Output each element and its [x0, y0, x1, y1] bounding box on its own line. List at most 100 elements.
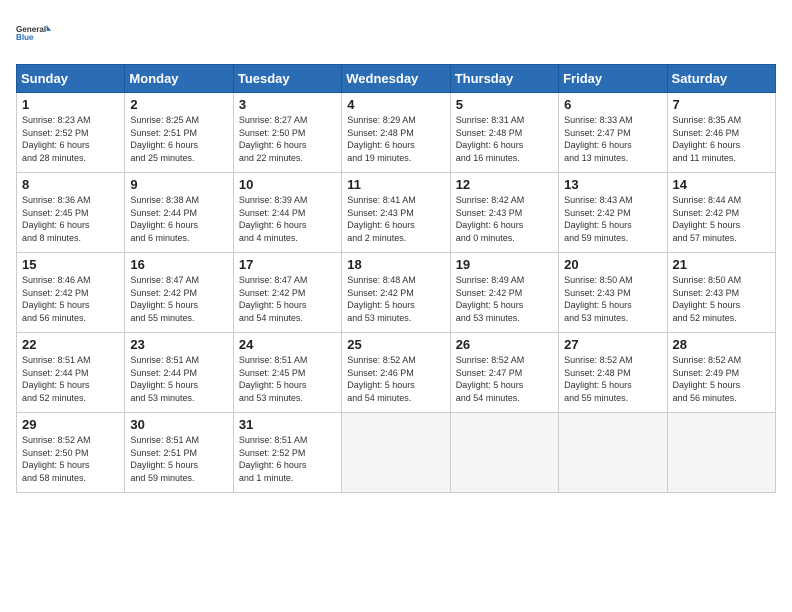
day-number: 3 [239, 97, 336, 112]
col-header-sunday: Sunday [17, 65, 125, 93]
day-number: 2 [130, 97, 227, 112]
day-cell: 2 Sunrise: 8:25 AM Sunset: 2:51 PM Daylig… [125, 93, 233, 173]
col-header-monday: Monday [125, 65, 233, 93]
col-header-friday: Friday [559, 65, 667, 93]
day-number: 31 [239, 417, 336, 432]
day-info: Sunrise: 8:51 AM Sunset: 2:44 PM Dayligh… [22, 354, 119, 404]
day-info: Sunrise: 8:47 AM Sunset: 2:42 PM Dayligh… [130, 274, 227, 324]
day-cell: 17Sunrise: 8:47 AM Sunset: 2:42 PM Dayli… [233, 253, 341, 333]
svg-text:General: General [16, 25, 46, 34]
day-cell: 28 Sunrise: 8:52 AM Sunset: 2:49 PM Dayli… [667, 333, 775, 413]
day-info: Sunrise: 8:43 AM Sunset: 2:42 PM Dayligh… [564, 194, 661, 244]
day-cell: 13 Sunrise: 8:43 AM Sunset: 2:42 PM Dayli… [559, 173, 667, 253]
day-number: 15 [22, 257, 119, 272]
week-row-3: 15 Sunrise: 8:46 AM Sunset: 2:42 PM Dayli… [17, 253, 776, 333]
day-number: 18 [347, 257, 444, 272]
day-cell: 18 Sunrise: 8:48 AM Sunset: 2:42 PM Dayli… [342, 253, 450, 333]
day-info: Sunrise: 8:52 AM Sunset: 2:46 PM Dayligh… [347, 354, 444, 404]
day-info: Sunrise: 8:27 AM Sunset: 2:50 PM Dayligh… [239, 114, 336, 164]
day-info: Sunrise: 8:49 AM Sunset: 2:42 PM Dayligh… [456, 274, 553, 324]
day-number: 7 [673, 97, 770, 112]
day-number: 10 [239, 177, 336, 192]
calendar-table: SundayMondayTuesdayWednesdayThursdayFrid… [16, 64, 776, 493]
day-info: Sunrise: 8:31 AM Sunset: 2:48 PM Dayligh… [456, 114, 553, 164]
day-number: 9 [130, 177, 227, 192]
day-info: Sunrise: 8:23 AM Sunset: 2:52 PM Dayligh… [22, 114, 119, 164]
day-info: Sunrise: 8:29 AM Sunset: 2:48 PM Dayligh… [347, 114, 444, 164]
col-header-saturday: Saturday [667, 65, 775, 93]
day-cell: 19 Sunrise: 8:49 AM Sunset: 2:42 PM Dayli… [450, 253, 558, 333]
day-number: 1 [22, 97, 119, 112]
day-info: Sunrise: 8:44 AM Sunset: 2:42 PM Dayligh… [673, 194, 770, 244]
day-cell [450, 413, 558, 493]
day-number: 22 [22, 337, 119, 352]
day-number: 20 [564, 257, 661, 272]
day-info: Sunrise: 8:51 AM Sunset: 2:52 PM Dayligh… [239, 434, 336, 484]
col-header-tuesday: Tuesday [233, 65, 341, 93]
day-cell: 25 Sunrise: 8:52 AM Sunset: 2:46 PM Dayli… [342, 333, 450, 413]
day-cell: 26 Sunrise: 8:52 AM Sunset: 2:47 PM Dayli… [450, 333, 558, 413]
day-info: Sunrise: 8:51 AM Sunset: 2:51 PM Dayligh… [130, 434, 227, 484]
day-cell: 11 Sunrise: 8:41 AM Sunset: 2:43 PM Dayli… [342, 173, 450, 253]
day-number: 19 [456, 257, 553, 272]
day-cell: 20 Sunrise: 8:50 AM Sunset: 2:43 PM Dayli… [559, 253, 667, 333]
week-row-4: 22 Sunrise: 8:51 AM Sunset: 2:44 PM Dayli… [17, 333, 776, 413]
day-number: 29 [22, 417, 119, 432]
header-row: SundayMondayTuesdayWednesdayThursdayFrid… [17, 65, 776, 93]
day-number: 28 [673, 337, 770, 352]
day-info: Sunrise: 8:51 AM Sunset: 2:44 PM Dayligh… [130, 354, 227, 404]
day-cell: 22 Sunrise: 8:51 AM Sunset: 2:44 PM Dayli… [17, 333, 125, 413]
day-number: 16 [130, 257, 227, 272]
day-cell: 23 Sunrise: 8:51 AM Sunset: 2:44 PM Dayli… [125, 333, 233, 413]
day-cell: 7 Sunrise: 8:35 AM Sunset: 2:46 PM Daylig… [667, 93, 775, 173]
day-info: Sunrise: 8:48 AM Sunset: 2:42 PM Dayligh… [347, 274, 444, 324]
day-number: 14 [673, 177, 770, 192]
day-number: 13 [564, 177, 661, 192]
day-cell: 31 Sunrise: 8:51 AM Sunset: 2:52 PM Dayli… [233, 413, 341, 493]
week-row-2: 8 Sunrise: 8:36 AM Sunset: 2:45 PM Daylig… [17, 173, 776, 253]
day-cell: 15 Sunrise: 8:46 AM Sunset: 2:42 PM Dayli… [17, 253, 125, 333]
day-info: Sunrise: 8:38 AM Sunset: 2:44 PM Dayligh… [130, 194, 227, 244]
col-header-thursday: Thursday [450, 65, 558, 93]
day-info: Sunrise: 8:33 AM Sunset: 2:47 PM Dayligh… [564, 114, 661, 164]
week-row-1: 1 Sunrise: 8:23 AM Sunset: 2:52 PM Daylig… [17, 93, 776, 173]
day-number: 23 [130, 337, 227, 352]
day-number: 11 [347, 177, 444, 192]
day-cell: 24Sunrise: 8:51 AM Sunset: 2:45 PM Dayli… [233, 333, 341, 413]
day-info: Sunrise: 8:52 AM Sunset: 2:48 PM Dayligh… [564, 354, 661, 404]
day-cell [342, 413, 450, 493]
day-info: Sunrise: 8:52 AM Sunset: 2:49 PM Dayligh… [673, 354, 770, 404]
svg-text:Blue: Blue [16, 33, 34, 42]
day-info: Sunrise: 8:25 AM Sunset: 2:51 PM Dayligh… [130, 114, 227, 164]
day-cell: 27Sunrise: 8:52 AM Sunset: 2:48 PM Dayli… [559, 333, 667, 413]
day-cell: 6 Sunrise: 8:33 AM Sunset: 2:47 PM Daylig… [559, 93, 667, 173]
day-cell: 9 Sunrise: 8:38 AM Sunset: 2:44 PM Daylig… [125, 173, 233, 253]
day-number: 5 [456, 97, 553, 112]
day-info: Sunrise: 8:35 AM Sunset: 2:46 PM Dayligh… [673, 114, 770, 164]
day-cell: 3 Sunrise: 8:27 AM Sunset: 2:50 PM Daylig… [233, 93, 341, 173]
col-header-wednesday: Wednesday [342, 65, 450, 93]
day-cell: 1 Sunrise: 8:23 AM Sunset: 2:52 PM Daylig… [17, 93, 125, 173]
day-number: 30 [130, 417, 227, 432]
day-info: Sunrise: 8:50 AM Sunset: 2:43 PM Dayligh… [673, 274, 770, 324]
page-header: General Blue [16, 16, 776, 52]
day-info: Sunrise: 8:52 AM Sunset: 2:47 PM Dayligh… [456, 354, 553, 404]
day-info: Sunrise: 8:36 AM Sunset: 2:45 PM Dayligh… [22, 194, 119, 244]
day-info: Sunrise: 8:50 AM Sunset: 2:43 PM Dayligh… [564, 274, 661, 324]
day-cell [559, 413, 667, 493]
day-cell: 14 Sunrise: 8:44 AM Sunset: 2:42 PM Dayli… [667, 173, 775, 253]
day-info: Sunrise: 8:41 AM Sunset: 2:43 PM Dayligh… [347, 194, 444, 244]
day-info: Sunrise: 8:51 AM Sunset: 2:45 PM Dayligh… [239, 354, 336, 404]
day-info: Sunrise: 8:46 AM Sunset: 2:42 PM Dayligh… [22, 274, 119, 324]
day-number: 6 [564, 97, 661, 112]
day-number: 17 [239, 257, 336, 272]
day-number: 25 [347, 337, 444, 352]
logo-svg: General Blue [16, 16, 52, 52]
day-cell [667, 413, 775, 493]
day-cell: 21Sunrise: 8:50 AM Sunset: 2:43 PM Dayli… [667, 253, 775, 333]
day-number: 26 [456, 337, 553, 352]
day-number: 8 [22, 177, 119, 192]
week-row-5: 29Sunrise: 8:52 AM Sunset: 2:50 PM Dayli… [17, 413, 776, 493]
day-cell: 10Sunrise: 8:39 AM Sunset: 2:44 PM Dayli… [233, 173, 341, 253]
day-number: 4 [347, 97, 444, 112]
